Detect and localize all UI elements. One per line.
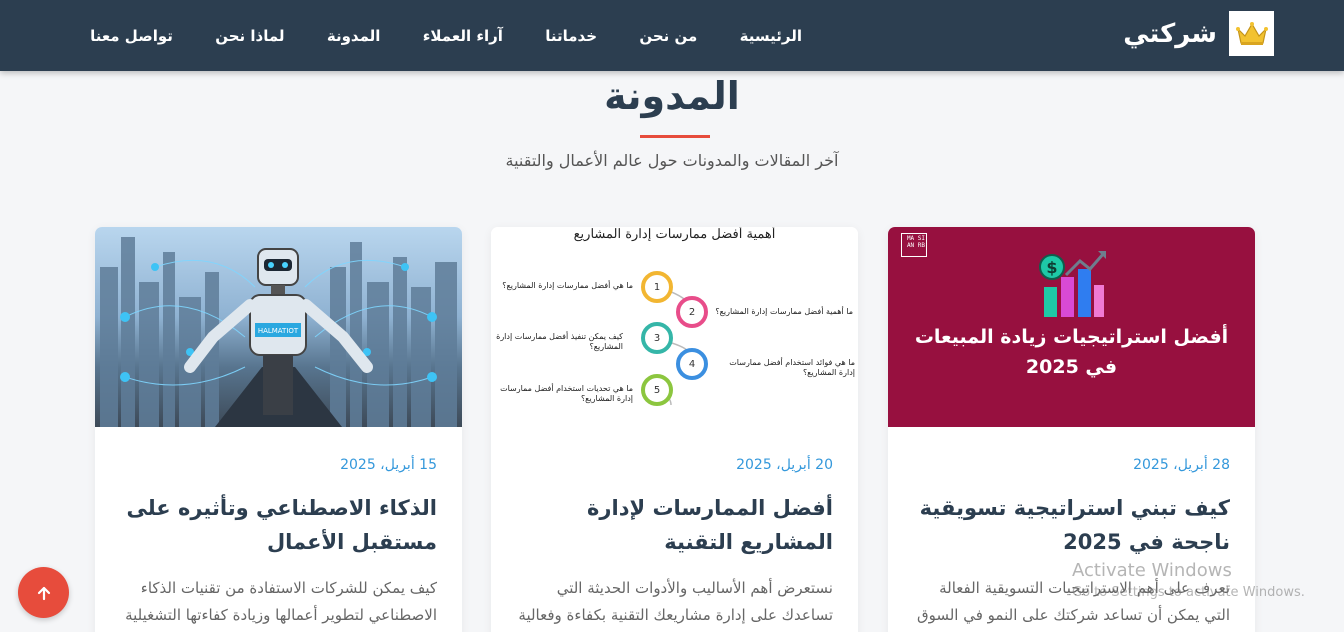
post-date: 15 أبريل، 2025 <box>340 457 437 473</box>
post-date: 20 أبريل، 2025 <box>736 457 833 473</box>
step-2-circle: 2 <box>676 296 708 328</box>
windows-activation-watermark: Activate Windows Go to Settings to activ… <box>1072 560 1305 600</box>
card-body: 15 أبريل، 2025 الذكاء الاصطناعي وتأثيره … <box>95 427 462 629</box>
post-excerpt: كيف يمكن للشركات الاستفادة من تقنيات الذ… <box>125 579 437 624</box>
blog-card-ai[interactable]: HALMATIOT 15 أبريل، 2025 الذكاء الاصطناع… <box>95 227 462 632</box>
navbar: شركتي الرئيسية من نحن خدماتنا آراء العمل… <box>0 0 1344 71</box>
back-to-top-button[interactable] <box>18 567 69 618</box>
step-3-label: كيف يمكن تنفيذ أفضل ممارسات إدارة المشار… <box>496 332 623 351</box>
blog-card-project-management[interactable]: أهمية أفضل ممارسات إدارة المشاريع 1 2 3 … <box>491 227 858 632</box>
post-title[interactable]: الذكاء الاصطناعي وتأثيره على مستقبل الأع… <box>120 491 437 559</box>
sales-image-headline: أفضل استراتيجيات زيادة المبيعات في 2025 <box>914 326 1229 378</box>
nav-link-services[interactable]: خدماتنا <box>545 27 597 45</box>
card-body: 20 أبريل، 2025 أفضل الممارسات لإدارة الم… <box>491 427 858 629</box>
crown-icon <box>1235 21 1268 45</box>
title-underline <box>640 135 710 138</box>
card-image-ai[interactable]: HALMATIOT <box>95 227 462 427</box>
watermark-subtitle: Go to Settings to activate Windows. <box>1072 585 1305 600</box>
nav-link-contact[interactable]: تواصل معنا <box>90 27 173 45</box>
card-body: 28 أبريل، 2025 كيف تبني استراتيجية تسويق… <box>888 427 1255 632</box>
arrow-up-icon <box>37 586 50 600</box>
step-4-label: ما هي فوائد استخدام أفضل ممارسات إدارة ا… <box>729 358 855 377</box>
nav-link-blog[interactable]: المدونة <box>327 27 381 45</box>
card-image-project-management[interactable]: أهمية أفضل ممارسات إدارة المشاريع 1 2 3 … <box>491 227 858 427</box>
step-5-circle: 5 <box>641 374 673 406</box>
step-2-label: ما أهمية أفضل ممارسات إدارة المشاريع؟ <box>715 307 853 316</box>
sales-chart-icon: $ <box>1039 251 1106 317</box>
svg-text:HALMATIOT: HALMATIOT <box>258 327 299 335</box>
nav-menu: الرئيسية من نحن خدماتنا آراء العملاء الم… <box>90 0 802 71</box>
card-image-sales[interactable]: MA SI AN RB $ أفضل استراتيجيات زيادة الم… <box>888 227 1255 427</box>
step-1-circle: 1 <box>641 271 673 303</box>
nav-link-home[interactable]: الرئيسية <box>740 27 802 45</box>
brand-name[interactable]: شركتي <box>1123 19 1217 49</box>
step-1-label: ما هي أفضل ممارسات إدارة المشاريع؟ <box>502 281 633 290</box>
section-subtitle: آخر المقالات والمدونات حول عالم الأعمال … <box>505 151 839 170</box>
post-date: 28 أبريل، 2025 <box>1133 457 1230 473</box>
post-title[interactable]: أفضل الممارسات لإدارة المشاريع التقنية <box>516 491 833 559</box>
robot-city-icon: HALMATIOT <box>100 237 457 427</box>
step-4-circle: 4 <box>676 348 708 380</box>
step-5-label: ما هي تحديات استخدام أفضل ممارسات إدارة … <box>500 384 633 403</box>
post-excerpt: نستعرض أهم الأساليب والأدوات الحديثة الت… <box>518 579 833 624</box>
nav-link-testimonials[interactable]: آراء العملاء <box>423 27 503 45</box>
section-title: المدونة <box>604 74 740 118</box>
logo[interactable] <box>1229 11 1274 56</box>
svg-text:$: $ <box>1046 258 1057 277</box>
watermark-title: Activate Windows <box>1072 560 1232 581</box>
masirab-logo: MA SI AN RB <box>901 233 927 257</box>
nav-link-why-us[interactable]: لماذا نحن <box>215 27 284 45</box>
nav-link-about[interactable]: من نحن <box>639 27 697 45</box>
brand[interactable]: شركتي <box>1123 11 1274 56</box>
step-3-circle: 3 <box>641 322 673 354</box>
post-title[interactable]: كيف تبني استراتيجية تسويقية ناجحة في 202… <box>913 491 1230 559</box>
